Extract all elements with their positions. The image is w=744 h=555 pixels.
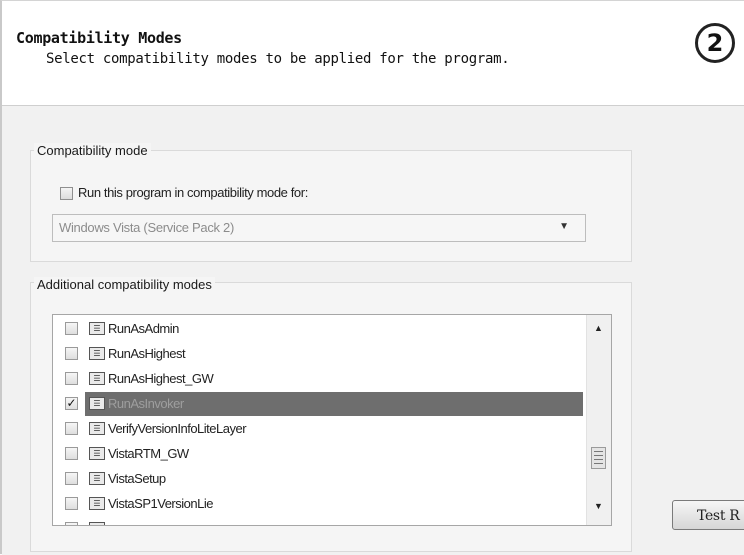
item-label: RunAsInvoker	[108, 396, 184, 411]
layer-icon: ☰	[89, 347, 105, 360]
list-item-runashighest-gw[interactable]: ☰ RunAsHighest_GW	[53, 367, 585, 391]
additional-modes-list[interactable]: ☰ RunAsAdmin ☰ RunAsHighest ☰ RunAsHighe…	[52, 314, 612, 526]
run-in-compat-mode-checkbox[interactable]	[60, 187, 73, 200]
list-item-vistasetup[interactable]: ☰ VistaSetup	[53, 467, 585, 491]
list-item-partial: ☰	[53, 517, 585, 525]
dropdown-arrow-icon: ▼	[559, 221, 569, 232]
item-checkbox[interactable]	[65, 372, 78, 385]
additional-modes-group-label: Additional compatibility modes	[34, 277, 215, 292]
list-item-runashighest[interactable]: ☰ RunAsHighest	[53, 342, 585, 366]
list-item-runasinvoker[interactable]: ✓ ☰ RunAsInvoker	[53, 392, 585, 416]
scroll-down-arrow-icon[interactable]: ▼	[594, 501, 603, 511]
layer-icon: ☰	[89, 322, 105, 335]
list-item-vistartm-gw[interactable]: ☰ VistaRTM_GW	[53, 442, 585, 466]
item-label: VistaSetup	[108, 471, 166, 486]
item-checkbox[interactable]	[65, 497, 78, 510]
item-label: RunAsHighest_GW	[108, 371, 214, 386]
compatibility-mode-group-label: Compatibility mode	[34, 143, 151, 158]
list-item-verifyversioninfolitelayer[interactable]: ☰ VerifyVersionInfoLiteLayer	[53, 417, 585, 441]
test-run-button[interactable]: Test R	[672, 500, 744, 530]
item-checkbox[interactable]	[65, 322, 78, 335]
list-item-runasadmin[interactable]: ☰ RunAsAdmin	[53, 317, 585, 341]
item-label: VistaSP1VersionLie	[108, 496, 213, 511]
layer-icon: ☰	[89, 397, 105, 410]
layer-icon: ☰	[89, 422, 105, 435]
item-label: RunAsAdmin	[108, 321, 179, 336]
scroll-thumb[interactable]	[591, 447, 606, 469]
list-scrollbar[interactable]: ▲ ▼	[586, 315, 611, 525]
scroll-up-arrow-icon[interactable]: ▲	[594, 323, 603, 333]
item-label: VistaRTM_GW	[108, 446, 189, 461]
dialog-header: Compatibility Modes Select compatibility…	[2, 1, 744, 106]
item-checkbox[interactable]	[65, 472, 78, 485]
item-checkbox[interactable]	[65, 347, 78, 360]
page-title: Compatibility Modes	[16, 29, 182, 47]
page-subtitle: Select compatibility modes to be applied…	[46, 51, 510, 67]
layer-icon: ☰	[89, 472, 105, 485]
list-item-vistasp1versionlie[interactable]: ☰ VistaSP1VersionLie	[53, 492, 585, 516]
layer-icon: ☰	[89, 447, 105, 460]
item-label: RunAsHighest	[108, 346, 186, 361]
item-checkbox	[65, 522, 78, 525]
item-checkbox-checked[interactable]: ✓	[65, 397, 78, 410]
compatibility-mode-group	[30, 150, 632, 262]
step-number-badge: 2	[695, 23, 735, 63]
item-label: VerifyVersionInfoLiteLayer	[108, 421, 247, 436]
item-checkbox[interactable]	[65, 422, 78, 435]
layer-icon: ☰	[89, 497, 105, 510]
layer-icon: ☰	[89, 372, 105, 385]
run-in-compat-mode-label[interactable]: Run this program in compatibility mode f…	[78, 185, 308, 200]
layer-icon: ☰	[89, 522, 105, 525]
item-checkbox[interactable]	[65, 447, 78, 460]
os-version-select[interactable]: Windows Vista (Service Pack 2) ▼	[52, 214, 586, 242]
test-run-button-label: Test R	[697, 508, 740, 524]
os-version-select-value: Windows Vista (Service Pack 2)	[59, 220, 234, 235]
